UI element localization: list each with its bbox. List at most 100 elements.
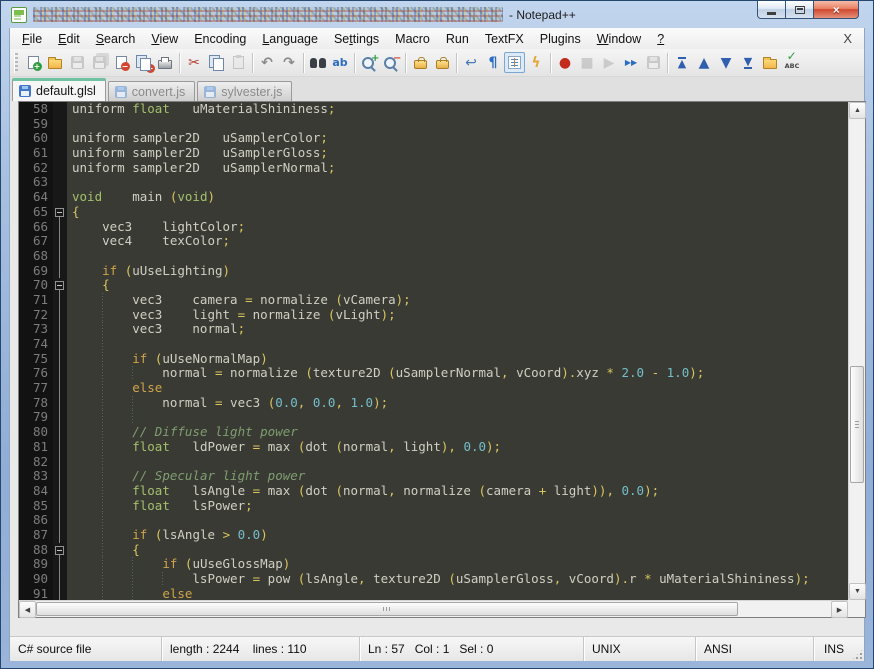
scroll-up-arrow-icon[interactable]: ▲ (849, 102, 866, 119)
code-line[interactable]: 67 vec4 texColor; (19, 233, 848, 249)
horizontal-scrollbar[interactable]: ◀ ▶ (19, 600, 848, 618)
close-all-button[interactable]: − (132, 52, 155, 74)
load-session-button[interactable] (759, 52, 781, 74)
code-line[interactable]: 74 (19, 336, 848, 352)
code-line[interactable]: 64 void main (void) (19, 189, 848, 205)
spell-check-button[interactable]: ABC (781, 52, 803, 74)
paste-button[interactable] (227, 52, 249, 74)
open-file-button[interactable] (44, 52, 66, 74)
code-line[interactable]: 59 (19, 116, 848, 132)
code-line[interactable]: 78 normal = vec3 (0.0, 0.0, 1.0); (19, 395, 848, 411)
sync-horizontal-scroll-button[interactable] (431, 52, 453, 74)
code-line[interactable]: 76 normal = normalize (texture2D (uSampl… (19, 366, 848, 382)
macro-stop-button[interactable]: ■ (576, 52, 598, 74)
nav-last-button[interactable]: ▼ (737, 52, 759, 74)
replace-button[interactable]: ab (329, 52, 351, 74)
vertical-scrollbar[interactable]: ▲ ▼ (848, 102, 866, 600)
typing-mode-label[interactable]: INS (824, 642, 844, 656)
menu-item-settings[interactable]: Settings (326, 30, 387, 48)
code-line[interactable]: 65 { (19, 204, 848, 220)
nav-next-button[interactable]: ▼ (715, 52, 737, 74)
code-line[interactable]: 75 if (uUseNormalMap) (19, 351, 848, 367)
code-line[interactable]: 82 (19, 454, 848, 470)
save-file-button[interactable] (66, 52, 88, 74)
macro-save-button[interactable] (642, 52, 664, 74)
menu-item-view[interactable]: View (143, 30, 186, 48)
menu-item-language[interactable]: Language (254, 30, 326, 48)
code-line[interactable]: 84 float lsAngle = max (dot (normal, nor… (19, 483, 848, 499)
resize-grip[interactable] (851, 648, 864, 661)
show-all-characters-button[interactable]: ¶ (482, 52, 504, 74)
code-line[interactable]: 60 uniform sampler2D uSamplerColor; (19, 131, 848, 147)
code-line[interactable]: 71 vec3 camera = normalize (vCamera); (19, 292, 848, 308)
undo-button[interactable]: ↶ (256, 52, 278, 74)
code-line[interactable]: 73 vec3 normal; (19, 322, 848, 337)
fold-marker[interactable] (53, 204, 67, 220)
code-line[interactable]: 86 (19, 513, 848, 528)
fold-marker[interactable] (53, 278, 67, 293)
code-line[interactable]: 69 if (uUseLighting) (19, 263, 848, 279)
code-line[interactable]: 85 float lsPower; (19, 498, 848, 514)
code-line[interactable]: 72 vec3 light = normalize (vLight); (19, 307, 848, 323)
macro-run-multiple-button[interactable]: ▶▶ (620, 52, 642, 74)
code-line[interactable]: 88 { (19, 542, 848, 558)
code-line[interactable]: 81 float ldPower = max (dot (normal, lig… (19, 439, 848, 455)
menu-item-search[interactable]: Search (88, 30, 144, 48)
scroll-left-arrow-icon[interactable]: ◀ (19, 601, 36, 618)
menu-item-edit[interactable]: Edit (50, 30, 88, 48)
code-line[interactable]: 62 uniform sampler2D uSamplerNormal; (19, 160, 848, 176)
tab-sylvester-js[interactable]: sylvester.js (197, 81, 293, 101)
code-line[interactable]: 90 lsPower = pow (lsAngle, texture2D (uS… (19, 571, 848, 587)
find-button[interactable] (307, 52, 329, 74)
scroll-right-arrow-icon[interactable]: ▶ (831, 601, 848, 618)
menu-item-help[interactable]: ? (649, 30, 672, 48)
code-line[interactable]: 70 { (19, 278, 848, 293)
code-line[interactable]: 91 else (19, 586, 848, 600)
code-line[interactable]: 61 uniform sampler2D uSamplerGloss; (19, 145, 848, 161)
fold-marker[interactable] (53, 542, 67, 558)
code-line[interactable]: 83 // Specular light power (19, 468, 848, 484)
status-eol-format[interactable]: UNIX (584, 637, 696, 661)
code-line[interactable]: 77 else (19, 380, 848, 396)
menu-item-window[interactable]: Window (589, 30, 649, 48)
indent-guide-button[interactable] (504, 52, 525, 73)
code-line[interactable]: 63 (19, 175, 848, 191)
scroll-down-arrow-icon[interactable]: ▼ (849, 583, 866, 600)
tab-convert-js[interactable]: convert.js (107, 81, 196, 101)
toolbar-grip[interactable] (14, 52, 18, 73)
macro-record-button[interactable]: ● (554, 52, 576, 74)
menu-item-file[interactable]: File (14, 30, 50, 48)
code-line[interactable]: 58 uniform float uMaterialShininess; (19, 102, 848, 117)
cut-button[interactable]: ✂ (183, 52, 205, 74)
zoom-in-button[interactable]: + (358, 52, 380, 74)
code-line[interactable]: 66 vec3 lightColor; (19, 219, 848, 235)
close-document-button[interactable]: X (835, 31, 860, 46)
zoom-out-button[interactable]: − (380, 52, 402, 74)
code-line[interactable]: 68 (19, 248, 848, 264)
close-window-button[interactable]: × (813, 1, 859, 19)
menu-item-textfx[interactable]: TextFX (477, 30, 532, 48)
code-line[interactable]: 87 if (lsAngle > 0.0) (19, 527, 848, 543)
macro-play-button[interactable]: ▶ (598, 52, 620, 74)
menu-item-macro[interactable]: Macro (387, 30, 438, 48)
horizontal-scroll-thumb[interactable] (36, 602, 738, 616)
editor-lines[interactable]: 58 uniform float uMaterialShininess; 59 60 u… (19, 102, 848, 600)
sync-vertical-scroll-button[interactable] (409, 52, 431, 74)
vertical-scroll-thumb[interactable] (850, 366, 864, 483)
save-all-button[interactable] (88, 52, 110, 74)
code-line[interactable]: 80 // Diffuse light power (19, 424, 848, 440)
title-bar[interactable]: - Notepad++ × (9, 1, 865, 28)
nav-first-button[interactable]: ▲ (671, 52, 693, 74)
copy-button[interactable] (205, 52, 227, 74)
close-file-button[interactable]: − (110, 52, 132, 74)
print-button[interactable] (154, 52, 176, 74)
maximize-button[interactable] (786, 1, 813, 19)
nav-previous-button[interactable]: ▲ (693, 52, 715, 74)
redo-button[interactable]: ↷ (278, 52, 300, 74)
menu-item-run[interactable]: Run (438, 30, 477, 48)
status-encoding[interactable]: ANSI (696, 637, 814, 661)
tab-default-glsl[interactable]: default.glsl (12, 78, 106, 101)
new-file-button[interactable]: + (22, 52, 44, 74)
minimize-button[interactable] (757, 1, 786, 19)
function-completion-button[interactable]: ϟ (525, 52, 547, 74)
